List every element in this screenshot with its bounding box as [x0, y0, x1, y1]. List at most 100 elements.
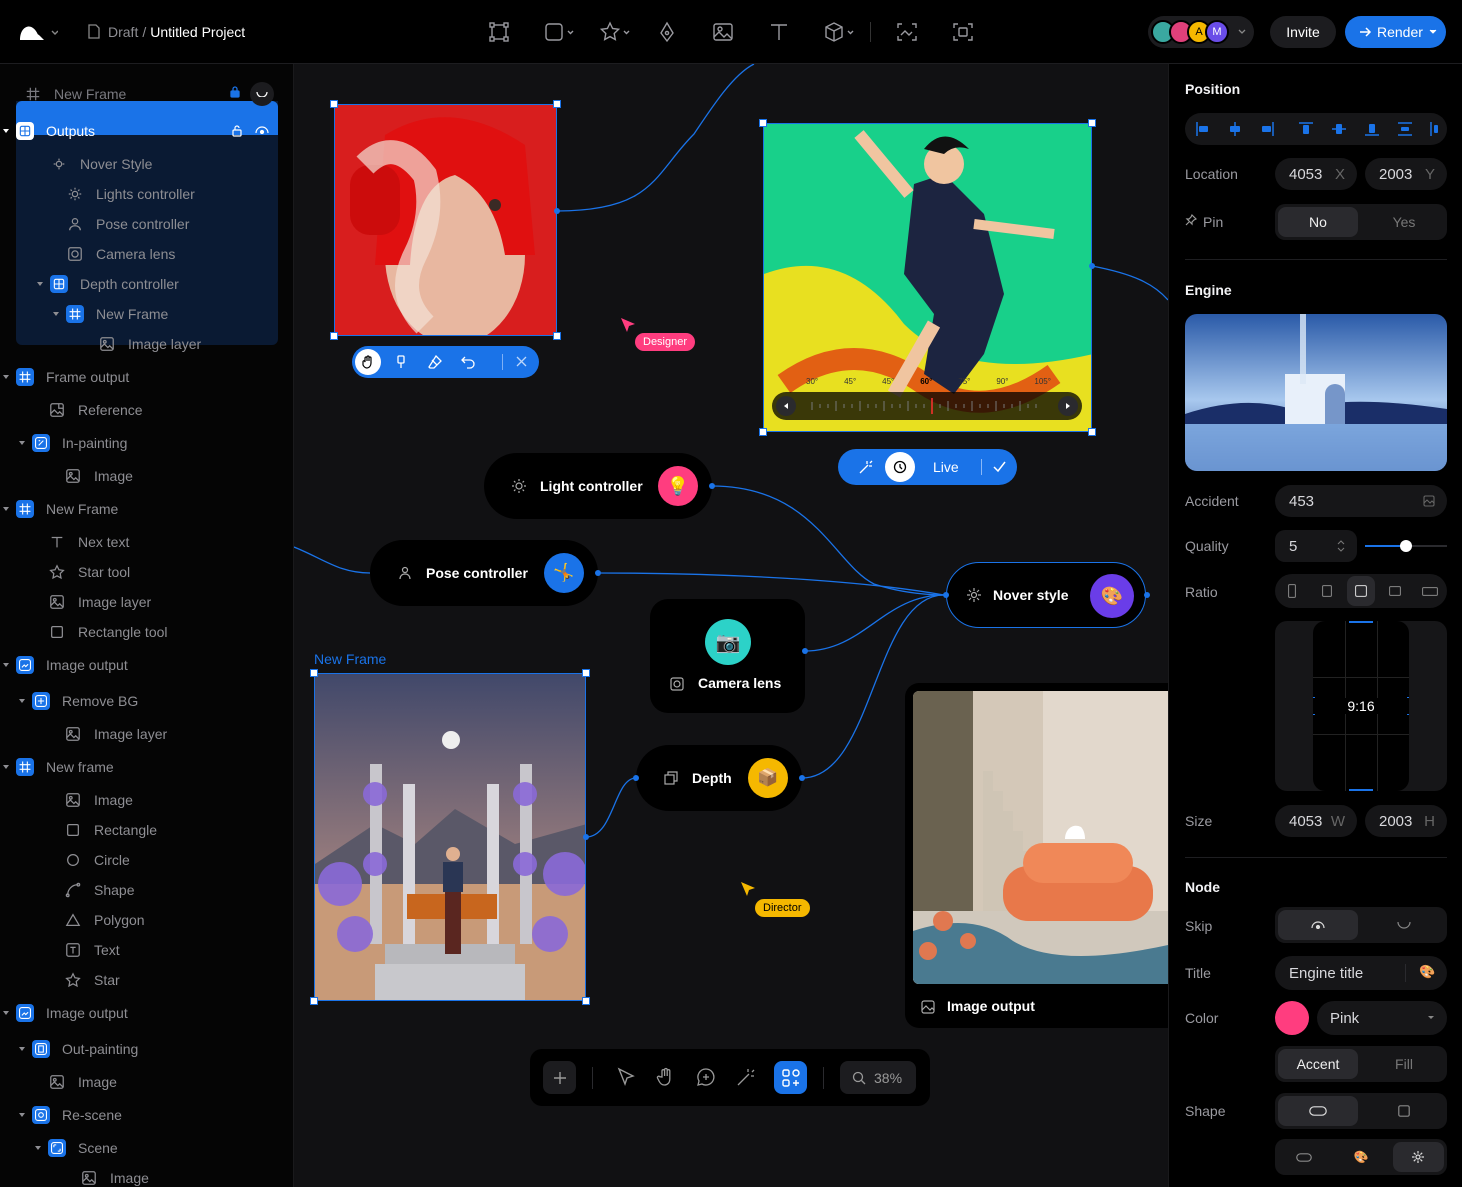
close-icon[interactable]: [516, 356, 527, 367]
gear-style-icon[interactable]: [1392, 1142, 1444, 1172]
zoom-control[interactable]: 38%: [840, 1061, 916, 1094]
add-button[interactable]: [543, 1061, 576, 1094]
pill-shape-icon[interactable]: [1278, 1096, 1358, 1126]
resize-handle[interactable]: [310, 997, 318, 1005]
project-title[interactable]: Untitled Project: [150, 24, 245, 40]
layer-item[interactable]: Nex text: [0, 527, 293, 557]
caret-down-icon[interactable]: [52, 310, 60, 318]
output-port[interactable]: [709, 483, 715, 489]
caret-down-icon[interactable]: [2, 127, 10, 135]
square-shape-icon[interactable]: [1364, 1096, 1444, 1126]
breadcrumb-parent[interactable]: Draft: [108, 24, 138, 40]
layer-item[interactable]: Pose controller: [0, 209, 293, 239]
app-logo-icon[interactable]: [18, 22, 58, 42]
star-tool-icon[interactable]: [600, 21, 632, 43]
light-controller-node[interactable]: Light controller 💡: [484, 453, 712, 519]
layer-item[interactable]: Image: [0, 461, 293, 491]
history-icon[interactable]: [885, 452, 915, 482]
resize-handle[interactable]: [553, 100, 561, 108]
layer-item[interactable]: Circle: [0, 845, 293, 875]
ratio-9-16-icon[interactable]: [1278, 576, 1306, 606]
caret-down-icon[interactable]: [18, 697, 26, 705]
pose-controller-node[interactable]: Pose controller 🤸: [370, 540, 598, 606]
layer-item[interactable]: Star tool: [0, 557, 293, 587]
resize-handle[interactable]: [1088, 119, 1096, 127]
canvas[interactable]: Designer 30° 45° 45° 60° 75° 90° 105° Live Lig…: [294, 64, 1168, 1187]
caret-down-icon[interactable]: [2, 661, 10, 669]
layer-item[interactable]: Image: [0, 1163, 293, 1187]
crop-tool-icon[interactable]: [952, 21, 974, 43]
layer-item[interactable]: Re-scene: [0, 1100, 293, 1130]
layer-item[interactable]: Lights controller: [0, 179, 293, 209]
image-output-node[interactable]: Image output: [905, 683, 1168, 1028]
render-button[interactable]: Render: [1345, 16, 1446, 48]
comment-tool-icon[interactable]: [696, 1067, 716, 1087]
quality-stepper[interactable]: 5: [1275, 530, 1357, 562]
ratio-16-9-icon[interactable]: [1416, 576, 1444, 606]
hand-tool-icon[interactable]: [656, 1067, 676, 1087]
forward-icon[interactable]: [1058, 396, 1078, 416]
color-swatch[interactable]: [1275, 1001, 1309, 1035]
eye-open-icon[interactable]: [1278, 910, 1358, 940]
magic-wand-icon[interactable]: [858, 459, 874, 475]
resize-handle[interactable]: [330, 332, 338, 340]
caret-down-icon[interactable]: [2, 763, 10, 771]
rewind-icon[interactable]: [776, 396, 796, 416]
layer-item[interactable]: New Frame: [0, 494, 293, 524]
unlock-icon[interactable]: [232, 125, 242, 137]
input-port[interactable]: [943, 592, 949, 598]
layer-item[interactable]: Polygon: [0, 905, 293, 935]
layer-item[interactable]: Out-painting: [0, 1034, 293, 1064]
ratio-4-3-icon[interactable]: [1381, 576, 1409, 606]
layer-item[interactable]: Text: [0, 935, 293, 965]
nover-style-node[interactable]: Nover style 🎨: [946, 562, 1146, 628]
size-w-field[interactable]: 4053 W: [1275, 805, 1357, 837]
layer-item[interactable]: Nover Style: [0, 149, 293, 179]
text-tool-icon[interactable]: [768, 21, 790, 43]
layer-item[interactable]: Star: [0, 965, 293, 995]
accident-field[interactable]: 453: [1275, 485, 1447, 517]
layer-item[interactable]: Camera lens: [0, 239, 293, 269]
palette-style-icon[interactable]: 🎨: [1335, 1142, 1386, 1172]
output-port[interactable]: [1089, 263, 1095, 269]
size-h-field[interactable]: 2003 H: [1365, 805, 1447, 837]
title-field[interactable]: Engine title 🎨: [1275, 956, 1447, 990]
caret-down-icon[interactable]: [18, 1045, 26, 1053]
layer-item[interactable]: In-painting: [0, 428, 293, 458]
frame-tool-icon[interactable]: [488, 21, 510, 43]
eye-closed-icon[interactable]: [1364, 910, 1444, 940]
ratio-1-1-icon[interactable]: [1346, 576, 1376, 606]
hand-tool-icon[interactable]: [355, 349, 381, 375]
output-port[interactable]: [554, 208, 560, 214]
caret-down-icon[interactable]: [2, 505, 10, 513]
engine-preview-image[interactable]: [1185, 314, 1447, 471]
caret-down-icon[interactable]: [18, 1111, 26, 1119]
output-port[interactable]: [799, 775, 805, 781]
frame-label[interactable]: New Frame: [314, 651, 386, 667]
output-port[interactable]: [1144, 592, 1150, 598]
eye-closed-icon[interactable]: [250, 82, 274, 106]
depth-node[interactable]: Depth 📦: [636, 745, 802, 811]
resize-handle[interactable]: [759, 119, 767, 127]
eye-open-icon[interactable]: [255, 126, 269, 134]
layer-item[interactable]: Reference: [0, 395, 293, 425]
pill-style-icon[interactable]: [1278, 1142, 1329, 1172]
layer-item[interactable]: Depth controller: [0, 269, 293, 299]
layer-item[interactable]: New frame: [0, 752, 293, 782]
pin-no-option[interactable]: No: [1278, 207, 1358, 237]
input-port[interactable]: [633, 775, 639, 781]
eraser-icon[interactable]: [427, 354, 443, 370]
color-select[interactable]: Pink: [1317, 1001, 1447, 1035]
caret-down-icon[interactable]: [36, 280, 44, 288]
resize-handle[interactable]: [1088, 428, 1096, 436]
pin-yes-option[interactable]: Yes: [1364, 207, 1444, 237]
location-y-field[interactable]: 2003 Y: [1365, 158, 1447, 190]
resize-handle[interactable]: [310, 669, 318, 677]
resize-handle[interactable]: [582, 997, 590, 1005]
layer-item[interactable]: Image: [0, 1067, 293, 1097]
fill-option[interactable]: Fill: [1364, 1049, 1444, 1079]
image-tool-icon[interactable]: [712, 21, 734, 43]
select-tool-icon[interactable]: [616, 1067, 636, 1087]
palette-icon[interactable]: 🎨: [1419, 964, 1435, 980]
remove-bg-tool-icon[interactable]: [896, 21, 918, 43]
